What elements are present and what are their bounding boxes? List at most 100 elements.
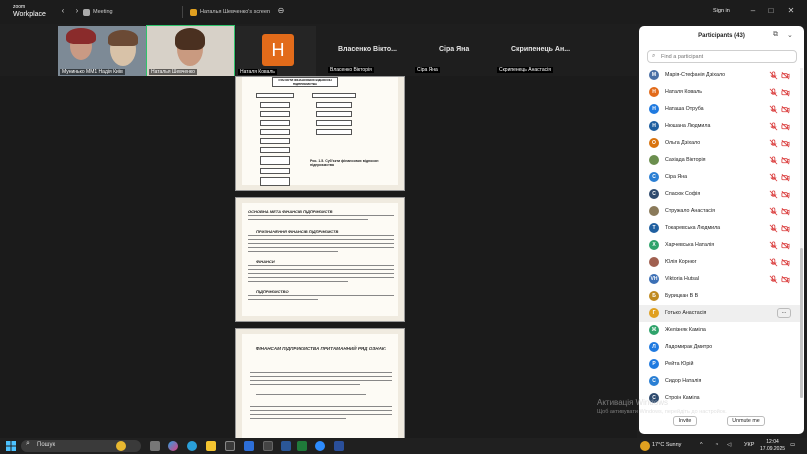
text-line bbox=[250, 406, 392, 408]
copilot-app-icon[interactable] bbox=[168, 441, 178, 451]
weather-icon[interactable] bbox=[640, 441, 650, 451]
avatar: M bbox=[649, 70, 659, 80]
clock-date: 17.09.2025 bbox=[760, 446, 786, 452]
clock[interactable]: 12:04 17.09.2025 bbox=[760, 439, 785, 453]
sign-in-button[interactable]: Sign in bbox=[713, 8, 730, 14]
avatar: Б bbox=[649, 291, 659, 301]
participant-row[interactable]: O Ольга Дзіхало bbox=[639, 135, 801, 152]
mic-muted-icon[interactable] bbox=[769, 105, 778, 114]
participant-row[interactable]: Юлія Корнюг bbox=[639, 254, 801, 271]
participant-name: Наталя Коваль bbox=[665, 89, 702, 95]
mic-muted-icon[interactable] bbox=[769, 241, 778, 250]
tab-close-icon[interactable]: ⊖ bbox=[276, 6, 286, 16]
participant-row[interactable]: H Наталя Коваль bbox=[639, 84, 801, 101]
avatar: X bbox=[649, 240, 659, 250]
language-indicator[interactable]: УКР bbox=[744, 442, 754, 448]
avatar: P bbox=[649, 359, 659, 369]
participant-row[interactable]: C Сидор Наталія bbox=[639, 373, 801, 390]
camera-off-icon[interactable] bbox=[781, 173, 790, 182]
camera-off-icon[interactable] bbox=[781, 105, 790, 114]
camera-off-icon[interactable] bbox=[781, 156, 790, 165]
network-icon[interactable]: ◔ bbox=[715, 442, 718, 448]
org-chart-box bbox=[260, 147, 290, 153]
copilot-icon[interactable] bbox=[116, 441, 126, 451]
forward-icon[interactable]: › bbox=[72, 6, 82, 16]
close-icon[interactable]: ⌄ bbox=[787, 31, 793, 39]
participant-row[interactable]: VH Viktoria Hutsal bbox=[639, 271, 801, 288]
camera-off-icon[interactable] bbox=[781, 139, 790, 148]
notification-icon[interactable]: ▭ bbox=[790, 442, 795, 448]
volume-icon[interactable]: ◁ bbox=[727, 442, 731, 448]
participants-card: Participants (43) ⧉ ⌄ ⌕ M Марія-Стефанія … bbox=[639, 26, 804, 434]
mic-muted-icon[interactable] bbox=[769, 207, 778, 216]
back-icon[interactable]: ‹ bbox=[58, 6, 68, 16]
scrollbar[interactable] bbox=[800, 68, 803, 398]
mic-muted-icon[interactable] bbox=[769, 156, 778, 165]
org-chart-box bbox=[260, 168, 290, 174]
camera-off-icon[interactable] bbox=[781, 207, 790, 216]
windows-start-icon[interactable] bbox=[6, 441, 16, 451]
page-heading: ФІНАНСАМ ПІДПРИЄМСТВА ПРИТАМАННИЙ РЯД ОЗ… bbox=[255, 346, 387, 351]
participants-footer: Invite Unmute me bbox=[639, 414, 804, 430]
participant-row[interactable]: Сахіада Вікторія bbox=[639, 152, 801, 169]
participant-row[interactable]: Г Готько Анастасія... bbox=[639, 305, 801, 322]
participant-row[interactable]: X Харчевська Наталія bbox=[639, 237, 801, 254]
popout-icon[interactable]: ⧉ bbox=[773, 31, 778, 39]
participant-row[interactable]: C Спасюк Софія bbox=[639, 186, 801, 203]
minimize-icon[interactable]: – bbox=[748, 6, 758, 16]
mic-muted-icon[interactable] bbox=[769, 88, 778, 97]
excel-icon[interactable] bbox=[297, 441, 307, 451]
invite-button[interactable]: Invite bbox=[673, 416, 697, 426]
search-input[interactable] bbox=[661, 52, 791, 62]
org-chart-box bbox=[260, 102, 290, 108]
mic-muted-icon[interactable] bbox=[769, 122, 778, 131]
camera-off-icon[interactable] bbox=[781, 224, 790, 233]
mic-muted-icon[interactable] bbox=[769, 224, 778, 233]
word-icon[interactable] bbox=[281, 441, 291, 451]
scrollbar-thumb[interactable] bbox=[800, 248, 803, 398]
mic-muted-icon[interactable] bbox=[769, 190, 778, 199]
page-content: ОСНОВНА МЕТА ФІНАНСІВ ПІДПРИЄМСТВ ПРИЗНА… bbox=[242, 203, 398, 316]
app-icon[interactable] bbox=[263, 441, 273, 451]
participant-row[interactable]: C Сіра Яна bbox=[639, 169, 801, 186]
mic-muted-icon[interactable] bbox=[769, 71, 778, 80]
edge-icon[interactable] bbox=[187, 441, 197, 451]
close-icon[interactable]: ✕ bbox=[786, 6, 796, 16]
tray-chevron-icon[interactable]: ^ bbox=[700, 442, 703, 448]
participant-row[interactable]: H Наташа Отруба bbox=[639, 101, 801, 118]
weather-text[interactable]: 17°C Sunny bbox=[652, 442, 681, 448]
camera-off-icon[interactable] bbox=[781, 88, 790, 97]
search-box[interactable]: ⌕ bbox=[647, 50, 797, 63]
camera-off-icon[interactable] bbox=[781, 241, 790, 250]
unmute-me-button[interactable]: Unmute me bbox=[727, 416, 765, 426]
participant-row[interactable]: Стружало Анастасія bbox=[639, 203, 801, 220]
mic-muted-icon[interactable] bbox=[769, 275, 778, 284]
file-explorer-icon[interactable] bbox=[206, 441, 216, 451]
participant-row[interactable]: Л Ладомирак Дмитро bbox=[639, 339, 801, 356]
participant-row[interactable]: P Рейта Юрій bbox=[639, 356, 801, 373]
tab-meeting[interactable]: Meeting bbox=[83, 5, 113, 19]
task-view-icon[interactable] bbox=[150, 441, 160, 451]
app-icon[interactable] bbox=[334, 441, 344, 451]
camera-off-icon[interactable] bbox=[781, 275, 790, 284]
more-options-button[interactable]: ... bbox=[777, 308, 791, 318]
participant-row[interactable]: M Марія-Стефанія Дзіхало bbox=[639, 67, 801, 84]
participant-row[interactable]: H Нюшана Людмила bbox=[639, 118, 801, 135]
tab-shared-screen[interactable]: Наталья Шевченко's screen bbox=[190, 5, 270, 19]
video-tile[interactable]: Мунинько ММ1 Надія Київ bbox=[58, 26, 146, 76]
store-icon[interactable] bbox=[225, 441, 235, 451]
participant-row[interactable]: T Токаревська Людмила bbox=[639, 220, 801, 237]
mail-icon[interactable] bbox=[244, 441, 254, 451]
mic-muted-icon[interactable] bbox=[769, 173, 778, 182]
mic-muted-icon[interactable] bbox=[769, 258, 778, 267]
camera-off-icon[interactable] bbox=[781, 258, 790, 267]
camera-off-icon[interactable] bbox=[781, 190, 790, 199]
camera-off-icon[interactable] bbox=[781, 71, 790, 80]
participant-row[interactable]: Б Бурицкан В В bbox=[639, 288, 801, 305]
zoom-taskbar-icon[interactable] bbox=[315, 441, 325, 451]
participant-row[interactable]: Ж Желізняк Каміла bbox=[639, 322, 801, 339]
video-tile-active[interactable]: Наталья Шевченко bbox=[146, 25, 235, 77]
camera-off-icon[interactable] bbox=[781, 122, 790, 131]
mic-muted-icon[interactable] bbox=[769, 139, 778, 148]
maximize-icon[interactable]: □ bbox=[766, 6, 776, 16]
